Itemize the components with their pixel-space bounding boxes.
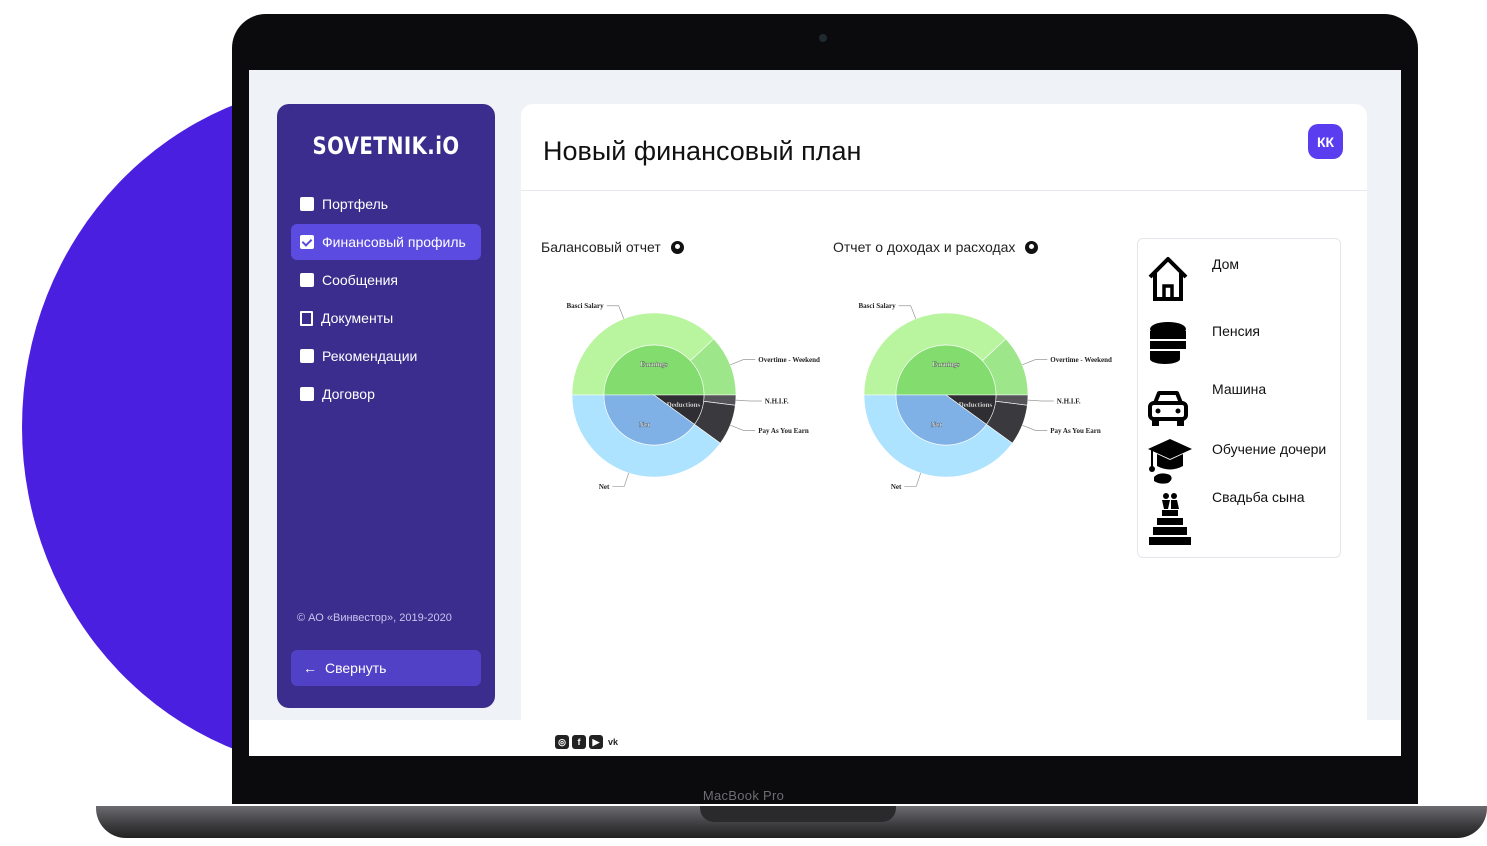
leader-line <box>898 305 917 319</box>
outer-slice-label: Basci Salary <box>567 302 605 310</box>
sidebar-item-documents[interactable]: Документы <box>291 300 481 336</box>
sidebar-item-label: Сообщения <box>322 272 398 288</box>
leader-line <box>612 472 629 487</box>
coins-icon <box>1150 322 1186 364</box>
outer-slice-label: Pay As You Earn <box>1050 427 1101 435</box>
inner-slice-label: Earnings <box>932 361 960 369</box>
sidebar-item-label: Портфель <box>322 196 389 212</box>
page-title: Новый финансовый план <box>543 136 862 166</box>
vk-icon[interactable]: vk <box>606 735 620 749</box>
leader-line <box>730 359 756 366</box>
facebook-icon[interactable]: f <box>572 735 586 749</box>
leader-line <box>1022 359 1048 366</box>
income-chart: Basci Salary Overtime - Weekend N.H.I.F. Pa… <box>859 302 1113 491</box>
info-icon[interactable] <box>670 240 684 254</box>
logo: SOVETNIK.iO <box>312 132 460 160</box>
leader-line <box>904 472 921 487</box>
sidebar-item-label: Документы <box>321 310 394 326</box>
wedding-cake-icon <box>1149 493 1191 545</box>
outer-slice-label: Pay As You Earn <box>758 427 809 435</box>
social-links: ◎ f ▶ vk <box>555 735 620 749</box>
main-panel: Новый финансовый план КК Балансовый отче… <box>521 104 1367 724</box>
goal-item[interactable]: Пенсия <box>1138 319 1340 369</box>
briefcase-icon <box>300 197 314 211</box>
goals-panel: Дом Пенсия Машина Обучение дочери Свадьб… <box>1137 238 1341 558</box>
collapse-label: Свернуть <box>325 660 387 676</box>
goal-item[interactable]: Машина <box>1138 381 1340 433</box>
youtube-icon[interactable]: ▶ <box>589 735 603 749</box>
inner-slice-label: Net <box>639 421 650 429</box>
sidebar-item-contract[interactable]: Договор <box>291 376 481 412</box>
info-icon[interactable] <box>1025 240 1039 254</box>
sidebar-item-label: Договор <box>322 386 375 402</box>
outer-slice-label: Net <box>599 483 610 491</box>
income-chart-title: Отчет о доходах и расходах <box>833 239 1039 255</box>
page-footer <box>249 720 1401 756</box>
sidebar-item-recommendations[interactable]: Рекомендации <box>291 338 481 374</box>
thumbs-up-icon <box>300 349 314 363</box>
clipboard-icon <box>300 387 314 401</box>
sidebar: SOVETNIK.iO Портфель Финансовый профиль … <box>277 104 495 708</box>
balance-chart-title: Балансовый отчет <box>541 239 684 255</box>
house-icon <box>1148 257 1188 301</box>
goal-label: Дом <box>1212 256 1240 272</box>
outer-slice-label: Basci Salary <box>859 302 897 310</box>
arrow-left-icon: ← <box>303 660 317 676</box>
outer-slice-label: Overtime - Weekend <box>1050 356 1112 364</box>
app-screen: SOVETNIK.iO Портфель Финансовый профиль … <box>249 70 1401 756</box>
car-icon <box>1148 391 1188 426</box>
inner-slice-label: Net <box>931 421 942 429</box>
inner-slice-label: Earnings <box>640 361 668 369</box>
leader-line <box>1027 399 1054 402</box>
copyright: © АО «Винвестор», 2019-2020 <box>297 612 452 624</box>
camera-dot <box>819 34 827 42</box>
graduation-cap-icon <box>1148 439 1192 484</box>
balance-chart: Basci Salary Overtime - Weekend N.H.I.F. Pa… <box>567 302 821 491</box>
checklist-icon <box>300 235 314 249</box>
chart-title-text: Балансовый отчет <box>541 239 661 255</box>
outer-slice-label: Overtime - Weekend <box>758 356 820 364</box>
avatar[interactable]: КК <box>1308 124 1343 159</box>
sidebar-item-label: Рекомендации <box>322 348 418 364</box>
goal-label: Обучение дочери <box>1212 441 1327 457</box>
goal-item[interactable]: Дом <box>1138 253 1340 303</box>
collapse-button[interactable]: ← Свернуть <box>291 650 481 686</box>
sidebar-item-portfolio[interactable]: Портфель <box>291 186 481 222</box>
goal-item[interactable]: Свадьба сына <box>1138 489 1340 545</box>
goal-label: Машина <box>1212 381 1267 397</box>
sidebar-item-label: Финансовый профиль <box>322 234 466 250</box>
outer-slice-label: Net <box>891 483 902 491</box>
chart-title-text: Отчет о доходах и расходах <box>833 239 1016 255</box>
goal-label: Пенсия <box>1212 323 1260 339</box>
goal-item[interactable]: Обучение дочери <box>1138 437 1340 487</box>
chat-icon <box>300 273 314 287</box>
documents-icon <box>300 310 313 326</box>
sidebar-nav: Портфель Финансовый профиль Сообщения До… <box>291 186 481 414</box>
instagram-icon[interactable]: ◎ <box>555 735 569 749</box>
leader-line <box>735 399 762 402</box>
laptop-notch <box>700 806 896 822</box>
sidebar-item-messages[interactable]: Сообщения <box>291 262 481 298</box>
model-label: MacBook Pro <box>702 788 785 803</box>
divider <box>521 190 1367 191</box>
sidebar-item-financial-profile[interactable]: Финансовый профиль <box>291 224 481 260</box>
leader-line <box>730 424 756 431</box>
goal-label: Свадьба сына <box>1212 489 1305 505</box>
leader-line <box>606 305 625 319</box>
outer-slice-label: N.H.I.F. <box>1057 398 1081 406</box>
leader-line <box>1022 424 1048 431</box>
outer-slice-label: N.H.I.F. <box>765 398 789 406</box>
